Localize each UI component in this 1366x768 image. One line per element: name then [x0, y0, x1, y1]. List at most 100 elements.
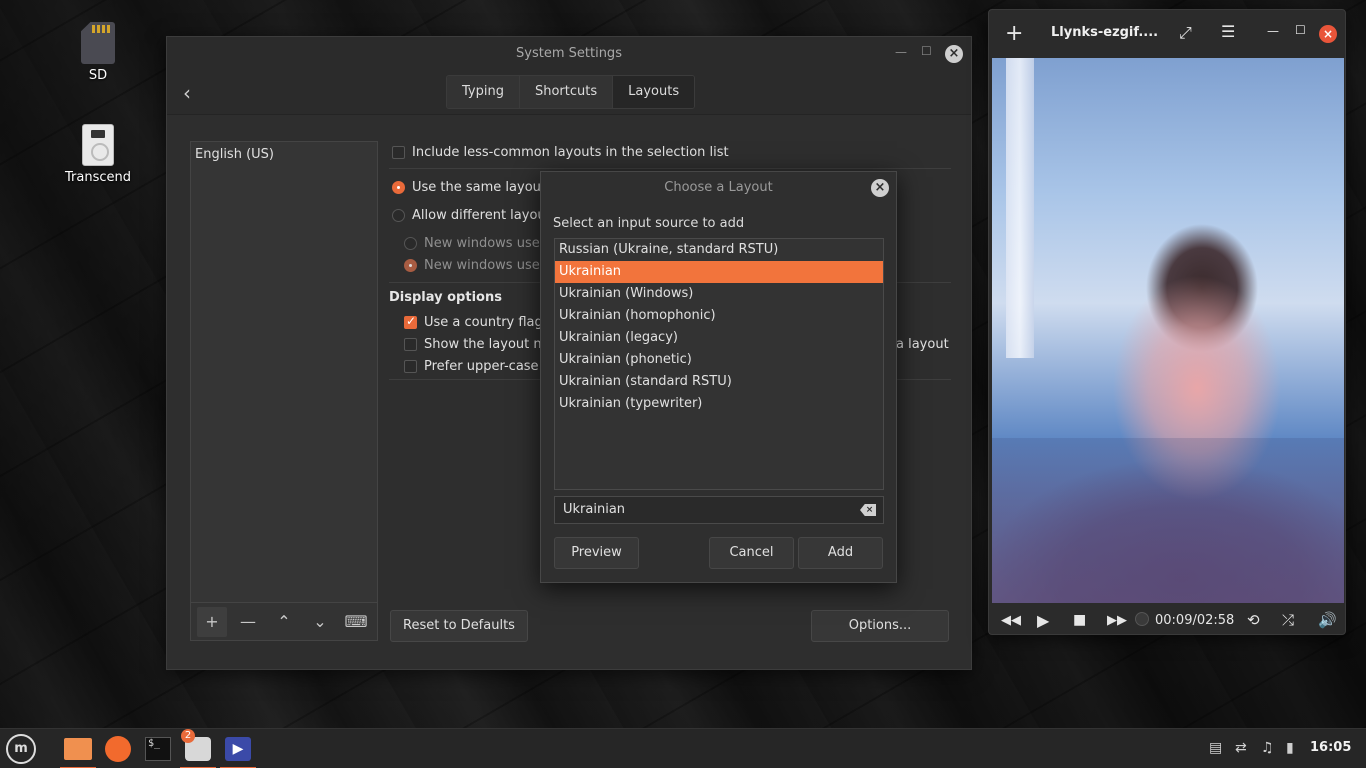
files-app[interactable] [60, 732, 96, 768]
play-icon[interactable]: ▶ [1037, 611, 1049, 630]
desktop-icon-label: SD [88, 68, 108, 83]
include-less-common-checkbox[interactable] [392, 146, 405, 159]
list-item[interactable]: Ukrainian (Windows) [555, 283, 883, 305]
sd-card-icon [81, 22, 115, 64]
maximize-icon[interactable]: ☐ [921, 44, 932, 58]
list-item[interactable]: Ukrainian (standard RSTU) [555, 371, 883, 393]
list-item[interactable]: English (US) [191, 142, 377, 167]
new-windows-radio-1 [404, 237, 417, 250]
minimize-icon[interactable]: — [895, 45, 907, 59]
tab-layouts[interactable]: Layouts [613, 76, 695, 108]
cancel-button[interactable]: Cancel [709, 537, 794, 569]
media-player-app[interactable]: ▶ [220, 732, 256, 768]
same-layout-radio[interactable] [392, 181, 405, 194]
reset-defaults-button[interactable]: Reset to Defaults [390, 610, 528, 642]
prefer-upper-label: Prefer upper-case w [424, 359, 554, 374]
desktop-icon-transcend[interactable]: Transcend [58, 124, 138, 185]
fast-forward-icon[interactable]: ▶▶ [1107, 613, 1127, 628]
fullscreen-icon[interactable]: ⤢ [1179, 23, 1192, 43]
keyboard-icon[interactable]: ⌨ [341, 607, 371, 637]
country-flag-label: Use a country flag, i [424, 315, 555, 330]
new-windows-row-2: New windows use th [404, 258, 557, 273]
options-button[interactable]: Options... [811, 610, 949, 642]
firefox-icon [105, 736, 131, 762]
clock[interactable]: 16:05 [1310, 740, 1351, 755]
show-layout-name-label: Show the layout nar [424, 337, 555, 352]
progress-knob[interactable] [1135, 612, 1149, 626]
different-layout-row[interactable]: Allow different layout [392, 208, 551, 223]
music-icon[interactable]: ♫ [1261, 740, 1274, 756]
back-arrow-icon[interactable]: ‹ [183, 81, 191, 105]
media-player-window: + Llynks-ezgif.... ⤢ ☰ — ☐ × ◀◀ ▶ ■ ▶▶ 0… [988, 9, 1346, 635]
clear-icon[interactable]: × [860, 504, 876, 516]
video-frame[interactable] [992, 58, 1344, 603]
terminal-app[interactable]: $_ [140, 732, 176, 766]
list-item[interactable]: Ukrainian (legacy) [555, 327, 883, 349]
search-input[interactable]: Ukrainian × [554, 496, 884, 524]
new-windows-row-1: New windows use th [404, 236, 557, 251]
notification-badge: 2 [181, 729, 195, 743]
tab-typing[interactable]: Typing [447, 76, 520, 108]
list-item-selected[interactable]: Ukrainian [555, 261, 883, 283]
show-layout-name-row[interactable]: Show the layout nar [404, 337, 555, 352]
prefer-upper-row[interactable]: Prefer upper-case w [404, 359, 553, 374]
country-flag-checkbox[interactable] [404, 314, 417, 329]
preview-button[interactable]: Preview [554, 537, 639, 569]
close-icon[interactable]: × [1319, 25, 1337, 43]
list-item[interactable]: Ukrainian (homophonic) [555, 305, 883, 327]
repeat-icon[interactable]: ⟲ [1247, 611, 1260, 629]
menu-icon[interactable]: ☰ [1221, 22, 1235, 41]
menu-button[interactable]: m [6, 734, 36, 764]
list-item[interactable]: Ukrainian (typewriter) [555, 393, 883, 415]
network-icon[interactable]: ⇄ [1235, 740, 1247, 756]
drive-icon [82, 124, 114, 166]
player-icon: ▶ [225, 737, 251, 761]
stop-icon[interactable]: ■ [1073, 612, 1086, 628]
dialog-prompt: Select an input source to add [553, 216, 745, 231]
add-button[interactable]: Add [798, 537, 883, 569]
choose-layout-dialog: Choose a Layout × Select an input source… [540, 171, 897, 583]
add-layout-button[interactable]: + [197, 606, 227, 637]
layout-list-toolbar: + — ⌃ ⌄ ⌨ [190, 603, 378, 641]
show-layout-name-tail: a layout [896, 337, 949, 352]
remove-layout-button[interactable]: — [233, 607, 263, 637]
settings-titlebar: System Settings — ☐ × ‹ Typing Shortcuts… [167, 37, 971, 115]
new-windows-label-1: New windows use th [424, 236, 558, 251]
clipboard-icon[interactable]: ▤ [1209, 740, 1222, 756]
same-layout-row[interactable]: Use the same layout fo [392, 180, 563, 195]
player-controls: ◀◀ ▶ ■ ▶▶ 00:09/02:58 ⟲ ⤮ 🔊 [989, 604, 1347, 636]
maximize-icon[interactable]: ☐ [1295, 23, 1306, 37]
minimize-icon[interactable]: — [1267, 24, 1279, 38]
different-layout-label: Allow different layout [412, 208, 551, 223]
terminal-icon: $_ [145, 737, 171, 761]
input-source-list: Russian (Ukraine, standard RSTU) Ukraini… [554, 238, 884, 490]
include-less-common-row[interactable]: Include less-common layouts in the selec… [392, 145, 729, 160]
tab-bar: Typing Shortcuts Layouts [446, 75, 696, 109]
battery-icon[interactable]: ▮ [1286, 740, 1294, 756]
display-options-heading: Display options [389, 290, 502, 305]
move-up-button[interactable]: ⌃ [269, 607, 299, 637]
player-titlebar: + Llynks-ezgif.... ⤢ ☰ — ☐ × [989, 10, 1345, 56]
rewind-icon[interactable]: ◀◀ [1001, 613, 1021, 628]
playback-time: 00:09/02:58 [1155, 612, 1235, 628]
list-item[interactable]: Russian (Ukraine, standard RSTU) [555, 239, 883, 261]
player-title: Llynks-ezgif.... [1051, 25, 1159, 40]
show-layout-name-checkbox[interactable] [404, 338, 417, 351]
close-icon[interactable]: × [945, 45, 963, 63]
tab-shortcuts[interactable]: Shortcuts [519, 76, 614, 108]
divider [389, 168, 951, 169]
plus-icon[interactable]: + [1005, 21, 1023, 46]
close-icon[interactable]: × [871, 179, 889, 197]
volume-icon[interactable]: 🔊 [1318, 611, 1337, 629]
different-layout-radio[interactable] [392, 209, 405, 222]
move-down-button[interactable]: ⌄ [305, 607, 335, 637]
taskbar: m $_ 2 ▶ ▤ ⇄ ♫ ▮ 16:05 [0, 728, 1366, 768]
firefox-app[interactable] [100, 732, 136, 766]
new-windows-label-2: New windows use th [424, 258, 558, 273]
country-flag-row[interactable]: Use a country flag, i [404, 314, 555, 330]
layout-list: English (US) [190, 141, 378, 603]
desktop-icon-sd[interactable]: SD [58, 22, 138, 83]
list-item[interactable]: Ukrainian (phonetic) [555, 349, 883, 371]
prefer-upper-checkbox[interactable] [404, 360, 417, 373]
shuffle-icon[interactable]: ⤮ [1282, 611, 1294, 629]
